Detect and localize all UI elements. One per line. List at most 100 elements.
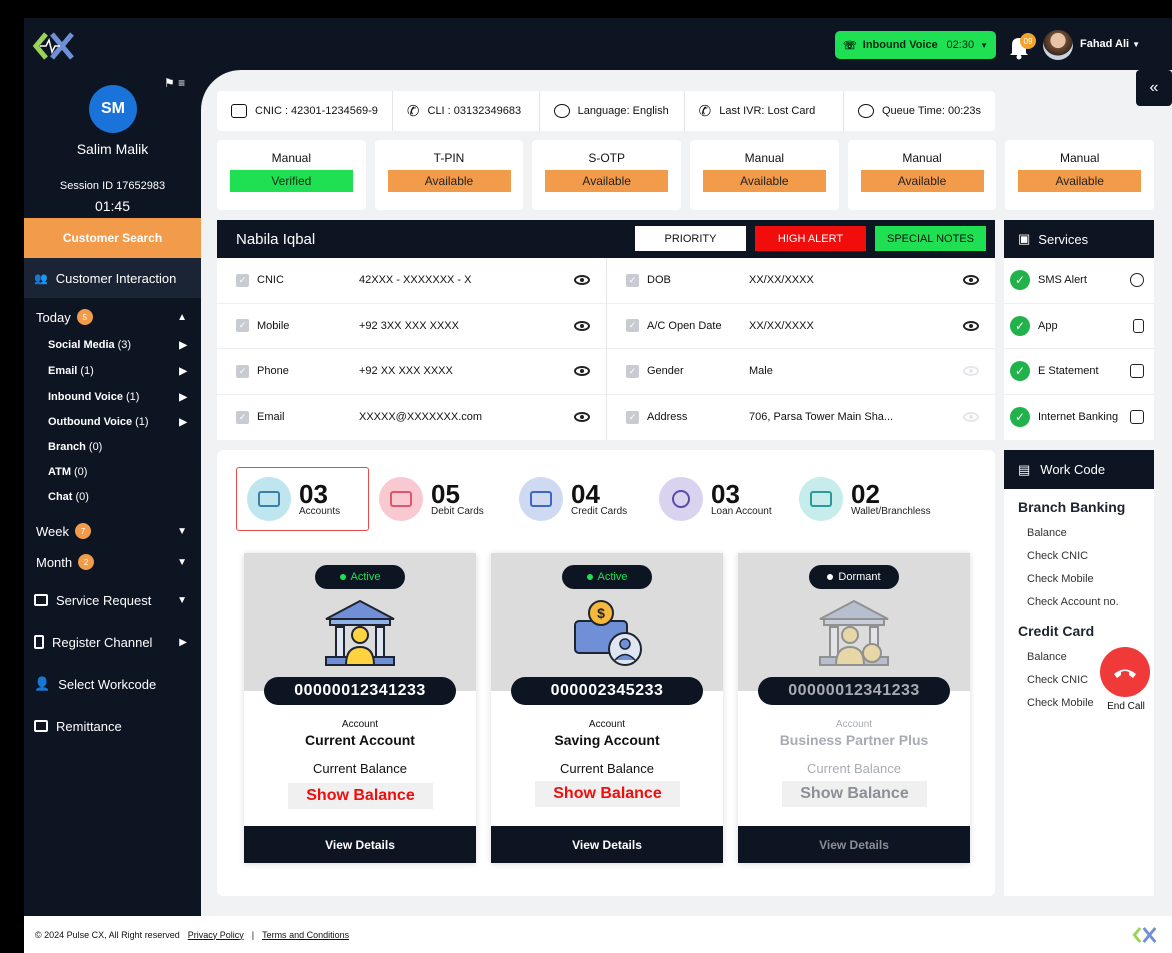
- verification-label: Manual: [744, 151, 785, 165]
- user-name: Fahad Ali: [1080, 38, 1130, 50]
- savings-icon: $: [574, 600, 642, 666]
- summary-loan-account[interactable]: 03 Loan Account: [649, 467, 789, 531]
- call-info-bar: CNIC : 42301-1234569-9 ✆ CLI : 0313234968…: [217, 91, 995, 131]
- eye-icon[interactable]: [574, 412, 590, 423]
- copyright: © 2024 Pulse CX, All Right reserved: [35, 929, 180, 940]
- sidebar-item-inbound-voice[interactable]: Inbound Voice (1) ▶: [24, 387, 201, 407]
- field-label: DOB: [647, 274, 671, 287]
- collapse-menu-icon[interactable]: ≡: [178, 76, 185, 90]
- verification-status[interactable]: Verified: [229, 170, 353, 192]
- collapse-panel-button[interactable]: «: [1136, 70, 1172, 106]
- field-label: Mobile: [257, 319, 290, 332]
- sidebar-item-branch[interactable]: Branch (0): [24, 437, 201, 457]
- group-label: Week: [36, 523, 69, 539]
- terms-link[interactable]: Terms and Conditions: [262, 930, 349, 940]
- customer-fields: ✓ CNIC 42XXX - XXXXXXX - X ✓ Mobile +92 3XX …: [217, 258, 995, 440]
- checkbox[interactable]: ✓: [236, 273, 249, 287]
- flag-icon[interactable]: ⚑: [164, 76, 175, 90]
- high-alert-tag[interactable]: HIGH ALERT: [755, 226, 866, 251]
- service-label: SMS Alert: [1038, 274, 1087, 287]
- special-notes-tag[interactable]: SPECIAL NOTES: [875, 226, 986, 251]
- sidebar-group-today[interactable]: Today 5 ▲: [24, 306, 201, 328]
- eye-icon[interactable]: [963, 320, 979, 331]
- eye-icon[interactable]: [574, 275, 590, 286]
- service-item[interactable]: ✓ App: [1004, 304, 1154, 349]
- checkbox[interactable]: ✓: [626, 364, 639, 378]
- workcode-item[interactable]: Check Mobile: [1004, 567, 1154, 590]
- summary-caption: Loan Account: [711, 505, 772, 517]
- eye-icon[interactable]: [963, 275, 979, 286]
- checkbox[interactable]: ✓: [626, 410, 639, 424]
- verification-status[interactable]: Available: [545, 170, 669, 192]
- status-badge: Active: [315, 565, 405, 589]
- agent-name: Salim Malik: [76, 141, 149, 157]
- user-menu[interactable]: Fahad Ali ▼: [1080, 38, 1140, 50]
- end-call-button[interactable]: [1100, 647, 1150, 697]
- checkbox[interactable]: ✓: [626, 273, 639, 287]
- sidebar-item-social-media[interactable]: Social Media (3) ▶: [24, 335, 201, 355]
- pulse-cx-logo[interactable]: [32, 26, 80, 66]
- sidebar-item-email[interactable]: Email (1) ▶: [24, 361, 201, 381]
- sidebar-item-service-request[interactable]: Service Request ▼: [24, 588, 201, 612]
- checkbox[interactable]: ✓: [626, 319, 639, 333]
- show-balance-button[interactable]: Show Balance: [535, 781, 680, 807]
- checkbox[interactable]: ✓: [236, 364, 249, 378]
- eye-icon[interactable]: [574, 366, 590, 377]
- workcode-item[interactable]: Balance: [1004, 521, 1154, 544]
- phone-icon: ✆: [406, 103, 420, 120]
- account-number: 00000012341233: [264, 677, 456, 705]
- sidebar-item-customer-interaction[interactable]: 👥 Customer Interaction: [24, 258, 201, 298]
- priority-tag[interactable]: PRIORITY: [635, 226, 746, 251]
- show-balance-button[interactable]: Show Balance: [288, 783, 433, 809]
- sidebar-item-label: Register Channel: [52, 634, 153, 650]
- sidebar-group-month[interactable]: Month 2 ▼: [24, 551, 201, 573]
- service-item[interactable]: ✓ E Statement: [1004, 349, 1154, 395]
- service-label: App: [1038, 319, 1058, 332]
- eye-icon[interactable]: [574, 320, 590, 331]
- sidebar-item-atm[interactable]: ATM (0): [24, 462, 201, 482]
- sidebar-item-label: Customer Interaction: [55, 270, 177, 286]
- verification-status[interactable]: Available: [1018, 170, 1142, 192]
- verification-card: Manual Available: [690, 140, 839, 210]
- checkbox[interactable]: ✓: [236, 410, 249, 424]
- call-status-pill[interactable]: ☏ Inbound Voice 02:30 ▼: [835, 31, 996, 59]
- account-label: Account: [835, 719, 873, 730]
- count-badge: 5: [76, 309, 93, 325]
- customer-search-button[interactable]: Customer Search: [24, 218, 201, 258]
- summary-credit-cards[interactable]: 04 Credit Cards: [509, 467, 649, 531]
- verification-status[interactable]: Available: [702, 170, 826, 192]
- workcode-item[interactable]: Check CNIC: [1004, 544, 1154, 567]
- view-details-button[interactable]: View Details: [738, 826, 970, 863]
- sidebar-item-register-channel[interactable]: Register Channel ▶: [24, 630, 201, 654]
- sidebar-item-select-workcode[interactable]: 👤 Select Workcode: [24, 672, 201, 696]
- balance-label: Current Balance: [807, 761, 901, 776]
- account-label: Account: [588, 719, 626, 730]
- sidebar-item-chat[interactable]: Chat (0): [24, 487, 201, 507]
- privacy-policy-link[interactable]: Privacy Policy: [188, 930, 244, 940]
- service-item[interactable]: ✓ SMS Alert: [1004, 258, 1154, 304]
- verification-status[interactable]: Available: [860, 170, 984, 192]
- sidebar-item-outbound-voice[interactable]: Outbound Voice (1) ▶: [24, 412, 201, 432]
- summary-caption: Accounts: [299, 505, 341, 517]
- summary-accounts[interactable]: 03 Accounts: [236, 467, 369, 531]
- statement-icon: [1130, 364, 1144, 379]
- workcode-item[interactable]: Check Account no.: [1004, 590, 1154, 613]
- verification-card: Manual Available: [847, 140, 997, 210]
- summary-debit-cards[interactable]: 05 Debit Cards: [369, 467, 509, 531]
- sidebar-group-week[interactable]: Week 7 ▼: [24, 520, 201, 542]
- account-type: Current Account: [305, 732, 415, 748]
- service-item[interactable]: ✓ Internet Banking: [1004, 395, 1154, 441]
- view-details-button[interactable]: View Details: [244, 826, 476, 863]
- show-balance-button[interactable]: Show Balance: [782, 781, 927, 807]
- user-avatar[interactable]: [1043, 30, 1073, 60]
- checkbox[interactable]: ✓: [236, 319, 249, 333]
- info-text: Last IVR: Lost Card: [719, 105, 816, 117]
- view-details-button[interactable]: View Details: [491, 826, 723, 863]
- service-label: Internet Banking: [1038, 411, 1119, 424]
- verification-label: S-OTP: [588, 151, 626, 165]
- summary-wallet[interactable]: 02 Wallet/Branchless: [789, 467, 949, 531]
- verification-status[interactable]: Available: [387, 170, 511, 192]
- sidebar-item-remittance[interactable]: Remittance: [24, 714, 201, 738]
- status-text: Active: [597, 571, 628, 583]
- credit-card-icon: [519, 477, 563, 521]
